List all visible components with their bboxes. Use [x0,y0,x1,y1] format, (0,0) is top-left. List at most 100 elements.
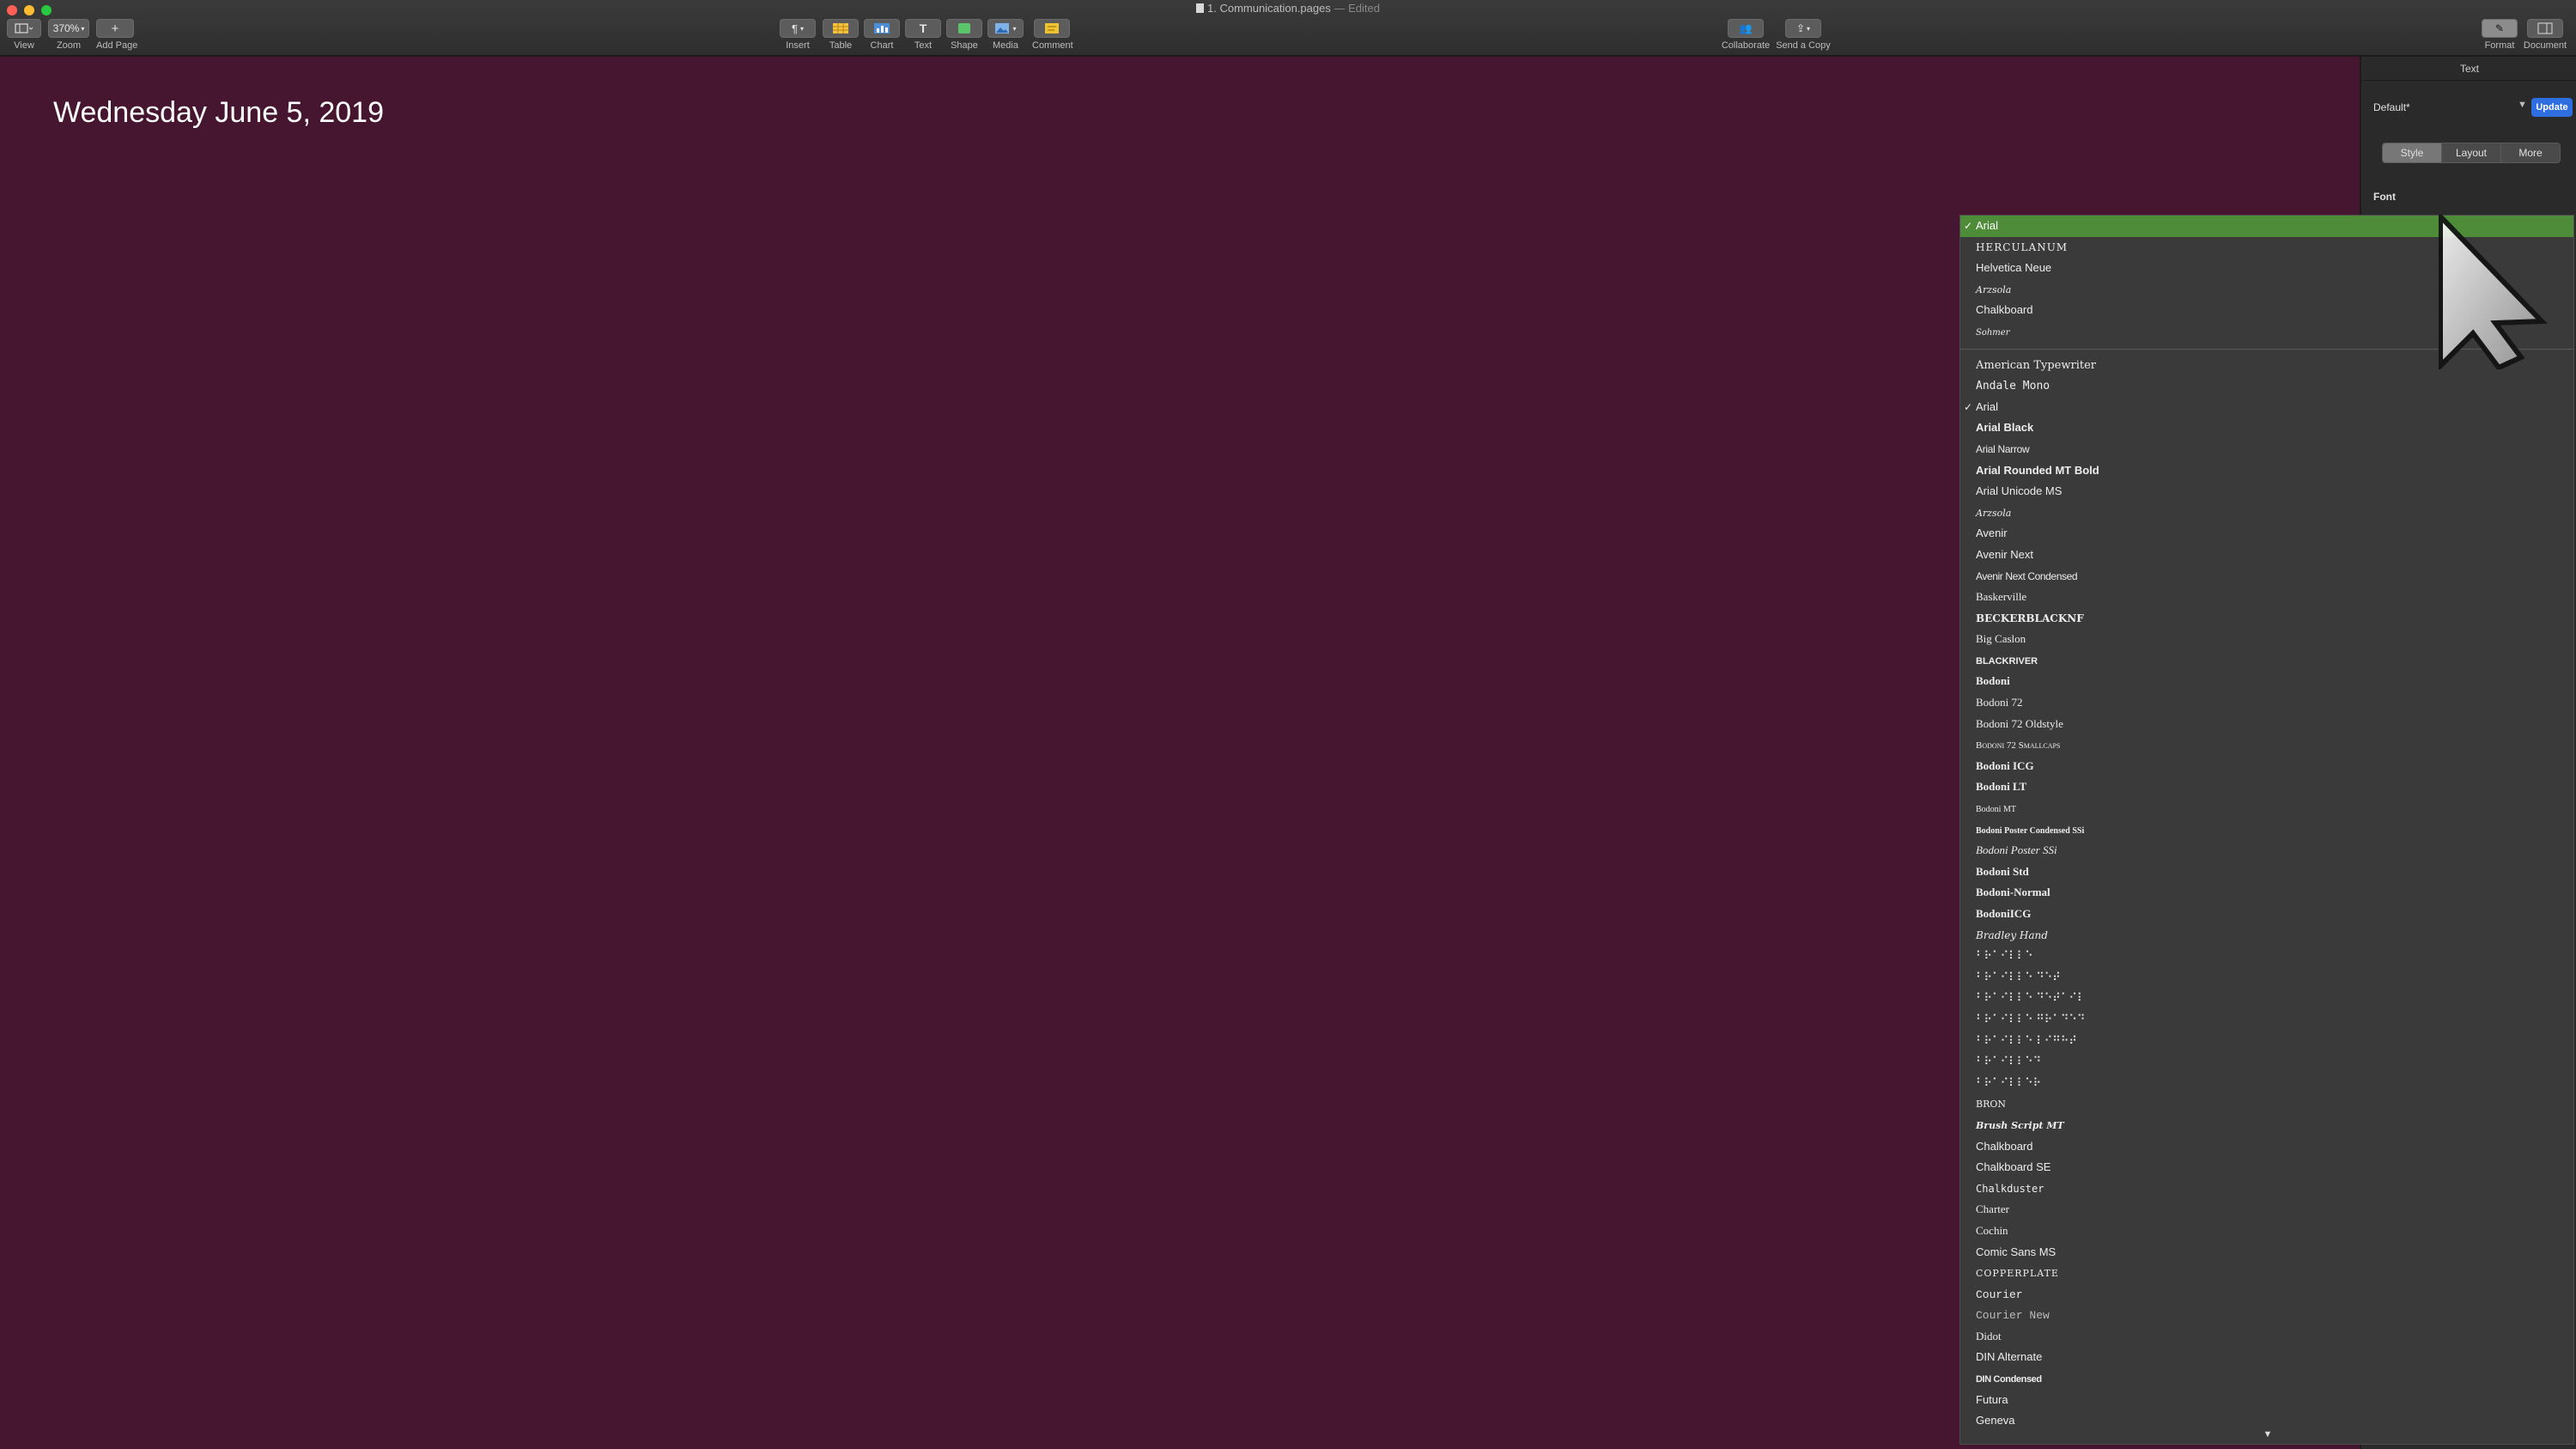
font-menu-item[interactable]: DIN Alternate [1960,1347,2573,1368]
add-page-button[interactable]: + [96,19,134,38]
font-menu-item[interactable]: BodoniICG [1960,904,2573,925]
shape-button[interactable] [946,19,982,38]
text-control[interactable]: T Text [905,19,941,51]
font-menu-item[interactable]: Courier New [1960,1305,2573,1326]
font-menu-item[interactable]: Arial Narrow [1960,439,2573,460]
comment-icon [1045,23,1059,33]
font-menu-item[interactable]: Futura [1960,1390,2573,1411]
insert-button[interactable]: ¶ ▾ [780,19,816,38]
view-button[interactable] [7,19,41,38]
font-menu-item[interactable]: Avenir [1960,523,2573,545]
tab-more[interactable]: More [2501,143,2560,162]
font-menu-item[interactable]: Bodoni 72 Smallcaps [1960,734,2573,756]
font-menu-item[interactable]: Avenir Next [1960,545,2573,566]
send-copy-button[interactable]: ⇪ ▾ [1785,19,1821,38]
document-date-text[interactable]: Wednesday June 5, 2019 [53,96,384,130]
chart-control[interactable]: Chart [864,19,900,51]
font-menu-item[interactable]: ⠃⠗⠁⠊⠇⠇⠑ ⠇⠊⠛⠓⠞ [1960,1031,2573,1052]
media-button[interactable]: ▾ [987,19,1024,38]
view-control[interactable]: View [7,19,41,51]
zoom-label: Zoom [56,40,82,51]
font-menu-item-label: Avenir Next [1976,547,2033,561]
font-menu-item-label: Bodoni 72 Oldstyle [1976,716,2063,730]
comment-control[interactable]: Comment [1032,19,1073,51]
comment-button[interactable] [1034,19,1070,38]
font-menu-item[interactable]: DIN Condensed [1960,1368,2573,1390]
font-menu-item[interactable]: Chalkboard [1960,1136,2573,1158]
font-menu-item[interactable]: Bodoni Std [1960,861,2573,883]
font-menu-item[interactable]: BECKERBLACKNF [1960,608,2573,630]
font-menu-item[interactable]: Courier [1960,1284,2573,1306]
font-menu-item[interactable]: Big Caslon [1960,629,2573,650]
font-menu-item[interactable]: Bodoni [1960,671,2573,692]
font-menu-item[interactable]: Bodoni Poster SSi [1960,840,2573,861]
font-menu-item[interactable]: Chalkboard SE [1960,1157,2573,1178]
font-menu-item[interactable]: ⠃⠗⠁⠊⠇⠇⠑⠗ [1960,1073,2573,1094]
font-menu-item-label: BRON [1976,1099,2007,1111]
font-menu-item-label: Sohmer [1976,327,2010,338]
update-style-button[interactable]: Update [2531,98,2573,117]
tab-layout[interactable]: Layout [2442,143,2501,162]
paragraph-style-row[interactable]: Default* ▼ Update [2373,98,2573,122]
font-menu-item[interactable]: ✓ Arial [1960,397,2573,418]
font-menu-item[interactable]: Bodoni LT [1960,776,2573,798]
font-menu-item[interactable]: COPPERPLATE [1960,1263,2573,1284]
table-control[interactable]: Table [823,19,859,51]
font-menu-item[interactable]: ⠃⠗⠁⠊⠇⠇⠑⠙ [1960,1051,2573,1073]
zoom-button[interactable]: 370% ▾ [48,19,89,38]
font-menu-item[interactable]: Arial Black [1960,417,2573,439]
font-menu-item-label: Didot [1976,1329,2002,1342]
font-menu-item[interactable]: Comic Sans MS [1960,1242,2573,1263]
collaborate-button[interactable]: 👥 [1728,19,1764,38]
text-label: Text [914,40,933,51]
document-control[interactable]: Document [2521,19,2569,51]
zoom-control[interactable]: 370% ▾ Zoom [48,19,89,51]
font-menu-item-label: Bodoni 72 Smallcaps [1976,740,2061,752]
font-menu-item[interactable]: ⠃⠗⠁⠊⠇⠇⠑ [1960,946,2573,967]
font-menu-item[interactable]: Cochin [1960,1221,2573,1242]
document-button[interactable] [2527,19,2563,38]
font-menu-item[interactable]: Bradley Hand [1960,925,2573,947]
tab-style[interactable]: Style [2383,143,2442,162]
insert-control[interactable]: ¶ ▾ Insert [780,19,816,51]
paragraph-style-name[interactable]: Default* [2373,101,2410,113]
font-menu-item[interactable]: ⠃⠗⠁⠊⠇⠇⠑ ⠙⠑⠞⠁⠊⠇ [1960,988,2573,1009]
table-button[interactable] [823,19,859,38]
font-menu-item[interactable]: Avenir Next Condensed [1960,566,2573,588]
font-menu-item[interactable]: Chalkduster [1960,1178,2573,1200]
font-menu-item[interactable]: Andale Mono [1960,375,2573,397]
font-menu-item-label: Arzsola [1976,507,2012,519]
font-menu-item[interactable]: Charter [1960,1199,2573,1221]
send-copy-control[interactable]: ⇪ ▾ Send a Copy [1774,19,1832,51]
chart-label: Chart [870,40,894,51]
font-menu-item[interactable]: Bodoni 72 [1960,692,2573,714]
font-menu-item[interactable]: Bodoni Poster Condensed SSi [1960,819,2573,841]
text-button[interactable]: T [905,19,941,38]
font-family-menu[interactable]: ✓ Arial HERCULANUM Helvetica Neue Arzsola Cha… [1959,215,2574,1445]
dropdown-arrow-icon[interactable]: ▼ [2518,100,2527,110]
font-menu-item[interactable]: BRON [1960,1093,2573,1115]
font-menu-item[interactable]: Baskerville [1960,587,2573,608]
font-menu-item[interactable]: Arzsola [1960,502,2573,524]
add-page-control[interactable]: + Add Page [96,19,137,51]
font-menu-item[interactable]: Arial Unicode MS [1960,481,2573,502]
format-control[interactable]: ✎ Format [2478,19,2521,51]
format-button[interactable]: ✎ [2482,19,2518,38]
font-menu-item-label: Bodoni LT [1976,780,2027,794]
font-menu-item[interactable]: Bodoni 72 Oldstyle [1960,714,2573,735]
shape-control[interactable]: Shape [946,19,982,51]
document-label: Document [2523,40,2567,51]
font-menu-item[interactable]: ⠃⠗⠁⠊⠇⠇⠑ ⠙⠑⠞ [1960,967,2573,989]
font-menu-item[interactable]: ⠃⠗⠁⠊⠇⠇⠑ ⠛⠗⠁⠙⠑⠙ [1960,1009,2573,1031]
media-control[interactable]: ▾ Media [987,19,1024,51]
scroll-down-arrow-icon[interactable]: ▼ [1960,1425,2573,1444]
font-menu-item[interactable]: Bodoni-Normal [1960,882,2573,904]
font-menu-item[interactable]: Bodoni ICG [1960,756,2573,777]
font-menu-item[interactable]: Brush Script MT [1960,1115,2573,1136]
font-menu-item[interactable]: BLACKRIVER [1960,650,2573,672]
font-menu-item[interactable]: Arial Rounded MT Bold [1960,460,2573,482]
collaborate-control[interactable]: 👥 Collaborate [1717,19,1774,51]
font-menu-item[interactable]: Didot [1960,1326,2573,1348]
font-menu-item[interactable]: Bodoni MT [1960,798,2573,819]
chart-button[interactable] [864,19,900,38]
